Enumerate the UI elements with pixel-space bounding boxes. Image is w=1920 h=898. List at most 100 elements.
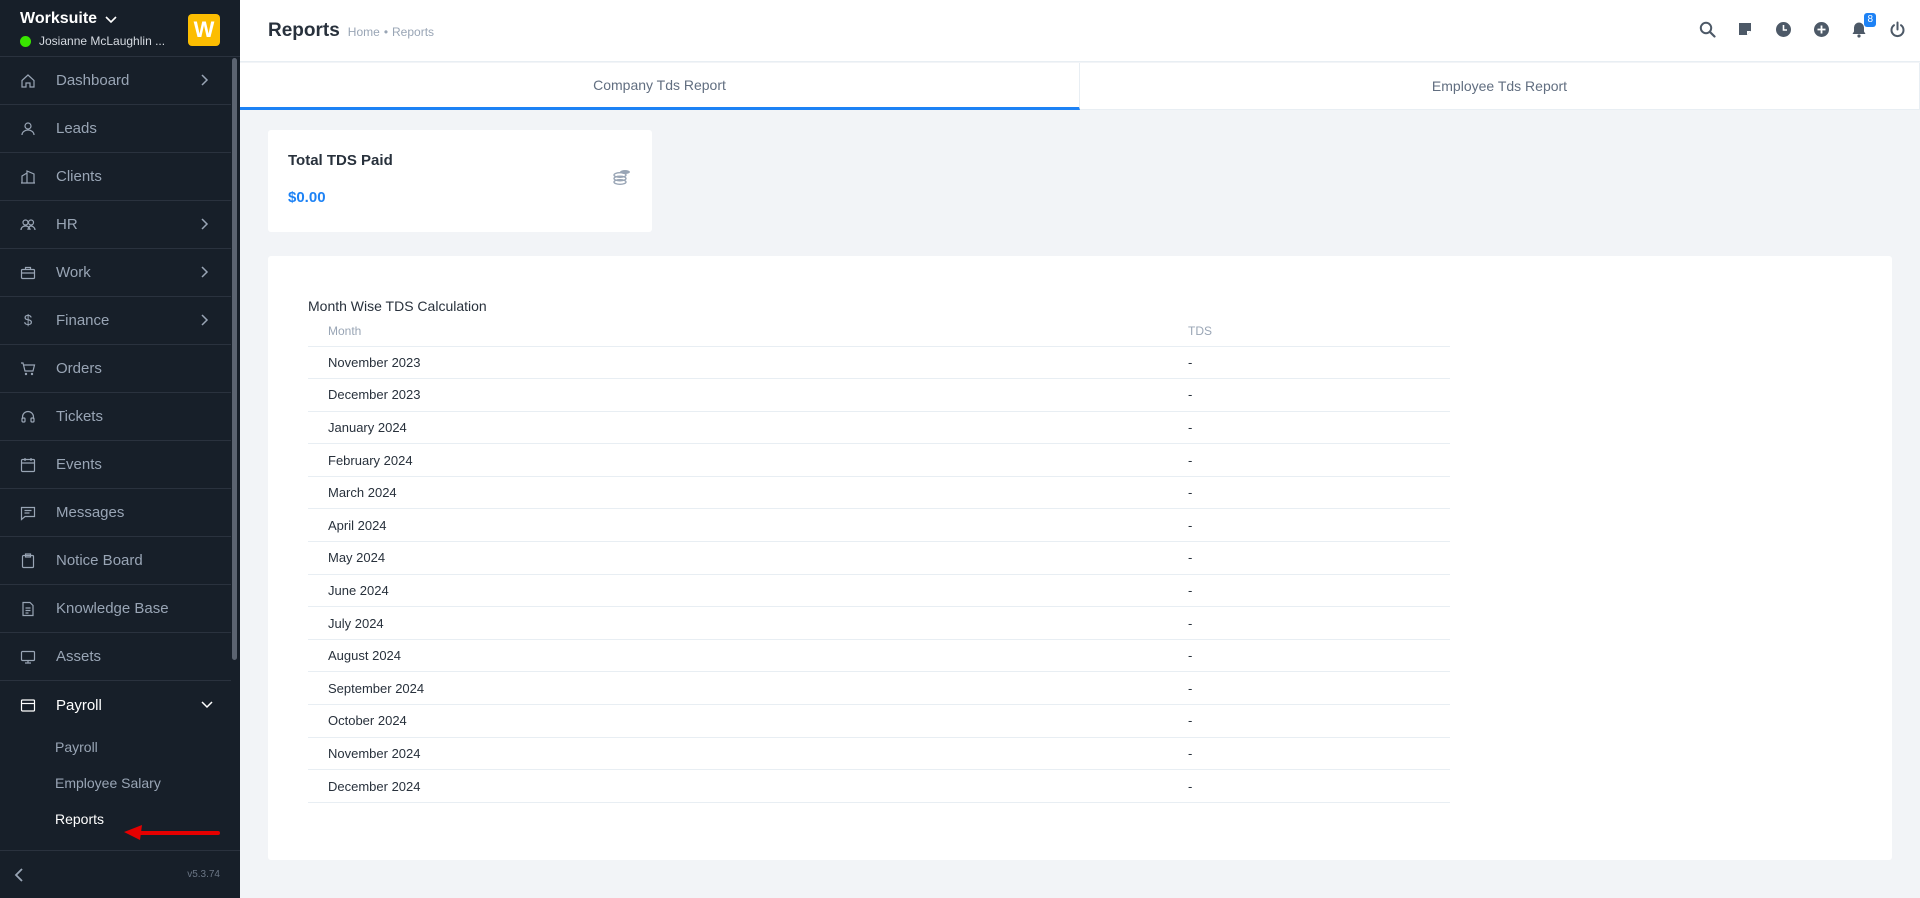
sidebar-item-label: Work — [56, 264, 91, 281]
clipboard-icon — [20, 552, 36, 569]
sidebar: Worksuite Josianne McLaughlin ... W Dash… — [0, 0, 240, 898]
table-row: May 2024- — [308, 541, 1450, 575]
tds-cell: - — [1168, 737, 1450, 771]
month-cell: December 2024 — [308, 769, 1168, 803]
sidebar-item-hr[interactable]: HR — [0, 201, 231, 249]
table-row: April 2024- — [308, 508, 1450, 543]
sidebar-subitem-payroll[interactable]: Payroll — [0, 729, 240, 765]
sidebar-item-notice-board[interactable]: Notice Board — [0, 537, 231, 585]
table-row: October 2024- — [308, 704, 1450, 738]
sidebar-scrollbar[interactable] — [232, 58, 237, 660]
sidebar-item-leads[interactable]: Leads — [0, 105, 231, 153]
sidebar-item-messages[interactable]: Messages — [0, 489, 231, 537]
tds-cell: - — [1168, 411, 1450, 445]
document-icon — [20, 601, 36, 617]
app-version: v5.3.74 — [187, 869, 220, 880]
month-cell: September 2024 — [308, 671, 1168, 706]
tds-cell: - — [1168, 769, 1450, 803]
payroll-submenu: Payroll Employee Salary Reports — [0, 729, 240, 837]
month-cell: July 2024 — [308, 606, 1168, 640]
sidebar-item-tickets[interactable]: Tickets — [0, 393, 231, 441]
sidebar-item-label: HR — [56, 216, 78, 233]
tds-cell: - — [1168, 508, 1450, 543]
breadcrumb-separator: • — [383, 25, 389, 39]
chevron-right-icon — [201, 218, 209, 230]
tds-table: Month TDS November 2023- December 2023- … — [308, 317, 1450, 803]
sidebar-item-label: Dashboard — [56, 72, 130, 89]
month-cell: November 2024 — [308, 737, 1168, 771]
notification-count-badge: 8 — [1864, 13, 1876, 27]
table-row: January 2024- — [308, 411, 1450, 445]
stat-title: Total TDS Paid — [288, 152, 393, 169]
table-row: November 2024- — [308, 737, 1450, 771]
sidebar-item-label: Knowledge Base — [56, 600, 169, 617]
tds-cell: - — [1168, 574, 1450, 608]
collapse-sidebar-icon[interactable] — [14, 867, 24, 882]
sidebar-item-label: Messages — [56, 504, 125, 521]
month-cell: August 2024 — [308, 639, 1168, 673]
table-row: February 2024- — [308, 443, 1450, 477]
total-tds-card: Total TDS Paid $0.00 — [268, 130, 652, 232]
sidebar-subitem-employee-salary[interactable]: Employee Salary — [0, 765, 240, 801]
clock-icon[interactable] — [1774, 20, 1792, 38]
table-row: March 2024- — [308, 476, 1450, 510]
breadcrumb-home[interactable]: Home — [348, 25, 380, 39]
breadcrumb: Home • Reports — [348, 25, 434, 39]
month-cell: April 2024 — [308, 508, 1168, 543]
sidebar-item-label: Assets — [56, 648, 102, 665]
tds-cell: - — [1168, 671, 1450, 706]
brand-logo[interactable]: W — [188, 14, 220, 46]
tds-cell: - — [1168, 443, 1450, 477]
sidebar-item-clients[interactable]: Clients — [0, 153, 231, 201]
sidebar-item-work[interactable]: Work — [0, 249, 231, 297]
sidebar-item-events[interactable]: Events — [0, 441, 231, 489]
chevron-down-icon — [201, 701, 213, 709]
tab-company-tds-report[interactable]: Company Tds Report — [240, 63, 1080, 110]
month-wise-tds-card: Month Wise TDS Calculation Month TDS Nov… — [268, 256, 1892, 860]
add-circle-icon[interactable] — [1812, 20, 1830, 38]
sidebar-item-label: Orders — [56, 360, 102, 377]
online-status-dot — [20, 35, 31, 47]
sticky-note-icon[interactable] — [1736, 20, 1754, 38]
power-icon[interactable] — [1888, 20, 1906, 38]
sidebar-footer: v5.3.74 — [0, 850, 240, 898]
sidebar-item-payroll[interactable]: Payroll — [0, 681, 231, 729]
brand-header[interactable]: Worksuite Josianne McLaughlin ... W — [0, 0, 240, 57]
dollar-icon: $ — [23, 312, 33, 329]
coins-icon — [612, 168, 632, 191]
month-cell: January 2024 — [308, 411, 1168, 445]
briefcase-icon — [20, 265, 36, 281]
house-icon — [20, 73, 36, 89]
sidebar-item-dashboard[interactable]: Dashboard — [0, 57, 231, 105]
table-row: June 2024- — [308, 574, 1450, 608]
sidebar-item-knowledge-base[interactable]: Knowledge Base — [0, 585, 231, 633]
month-cell: October 2024 — [308, 704, 1168, 738]
sidebar-item-assets[interactable]: Assets — [0, 633, 231, 681]
top-header: Reports Home • Reports 8 — [240, 0, 1920, 62]
search-icon[interactable] — [1698, 20, 1716, 38]
sidebar-item-orders[interactable]: Orders — [0, 345, 231, 393]
month-cell: November 2023 — [308, 346, 1168, 380]
month-cell: December 2023 — [308, 378, 1168, 412]
chat-icon — [20, 505, 36, 521]
headset-icon — [20, 409, 36, 425]
column-header-tds: TDS — [1168, 317, 1450, 347]
tab-employee-tds-report[interactable]: Employee Tds Report — [1080, 63, 1920, 110]
sidebar-item-finance[interactable]: $ Finance — [0, 297, 231, 345]
tds-cell: - — [1168, 346, 1450, 380]
sidebar-item-label: Tickets — [56, 408, 103, 425]
table-row: July 2024- — [308, 606, 1450, 640]
sidebar-item-label: Payroll — [56, 696, 102, 714]
sidebar-nav: Dashboard Leads Clients HR Work $ Financ… — [0, 57, 240, 729]
user-name: Josianne McLaughlin ... — [39, 34, 166, 48]
table-row: August 2024- — [308, 639, 1450, 673]
bell-icon[interactable]: 8 — [1850, 13, 1876, 38]
report-tabs: Company Tds Report Employee Tds Report — [240, 63, 1920, 110]
monitor-icon — [20, 649, 36, 665]
month-cell: May 2024 — [308, 541, 1168, 575]
people-icon — [20, 217, 36, 233]
sidebar-item-label: Finance — [56, 312, 110, 329]
cart-icon — [20, 361, 36, 377]
chevron-down-icon[interactable] — [105, 16, 117, 24]
stat-value: $0.00 — [288, 189, 326, 206]
